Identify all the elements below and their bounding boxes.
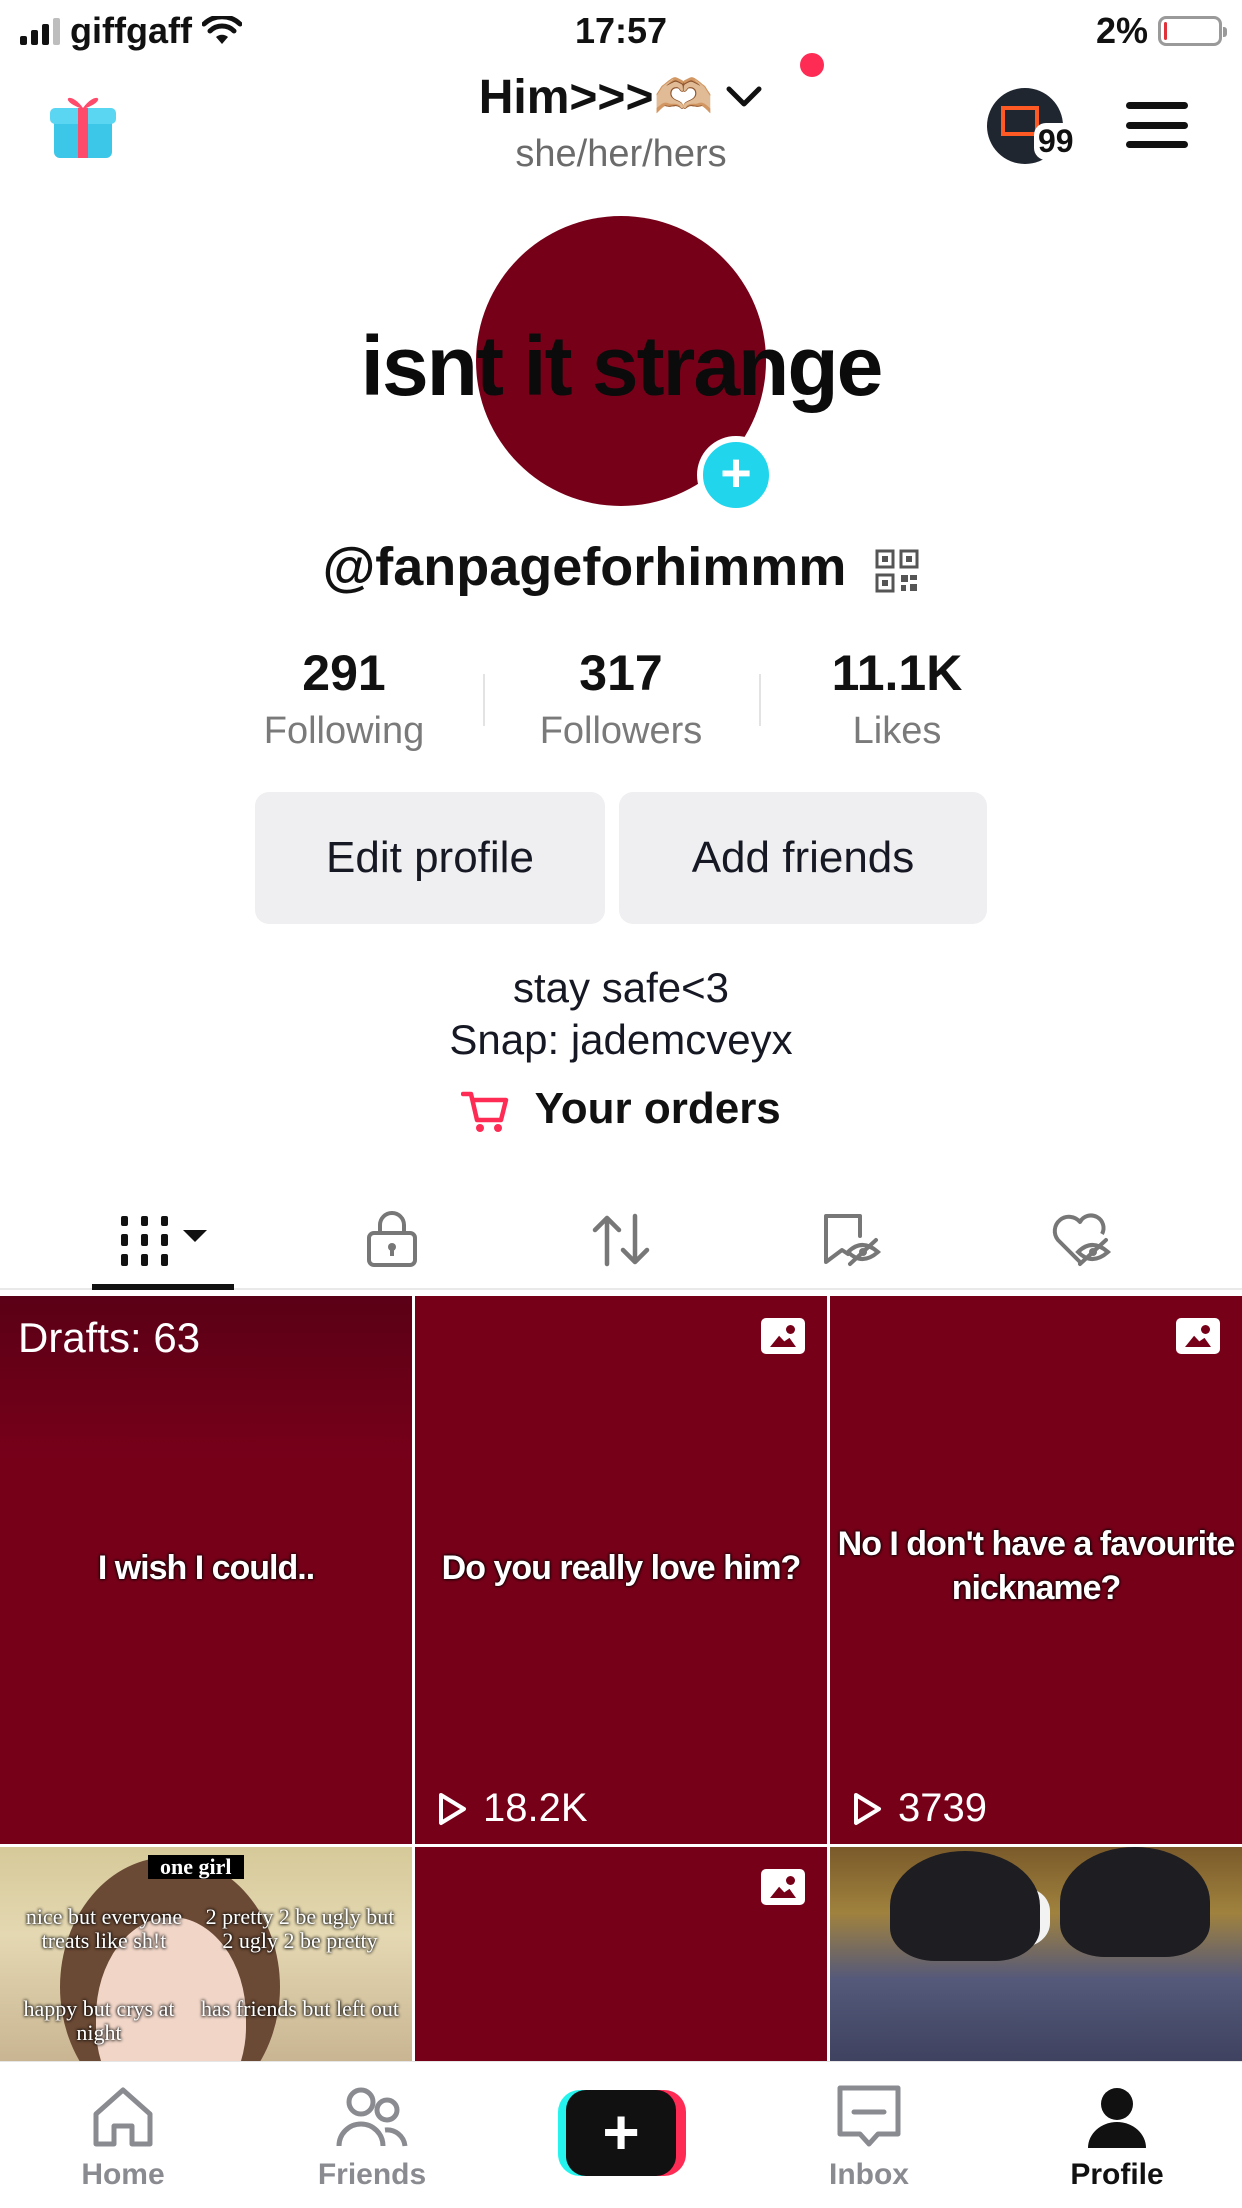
battery-percent: 2%: [1095, 10, 1148, 51]
clock: 17:57: [574, 10, 668, 51]
active-tab-indicator: [92, 1284, 234, 1290]
thumbnail-image: [1060, 1847, 1210, 1957]
inbox-icon: [837, 2085, 901, 2147]
grid-icon: [121, 1216, 207, 1266]
play-icon: [854, 1792, 881, 1825]
stat-following[interactable]: 291 Following: [206, 644, 482, 753]
tile-caption: Do you really love him?: [441, 1549, 802, 1587]
content-tabs: [0, 1190, 1242, 1290]
bio: stay safe<3 Snap: jademcveyx: [0, 962, 1242, 1066]
add-friends-button[interactable]: Add friends: [619, 792, 987, 924]
username-row: @fanpageforhimmm: [0, 536, 1242, 598]
nav-label: Profile: [1070, 2158, 1164, 2191]
bookmark-hidden-icon: [824, 1214, 882, 1266]
video-tile[interactable]: one girl nice but everyone treats like s…: [0, 1847, 412, 2061]
stat-value: 317: [579, 645, 663, 701]
meme-text: nice but everyone treats like sh!t: [25, 1904, 183, 1953]
your-orders-link[interactable]: Your orders: [0, 1084, 1242, 1134]
bottom-nav: Home Friends + Inbox Profile: [0, 2061, 1242, 2208]
play-icon: [439, 1792, 466, 1825]
view-count-value: 18.2K: [483, 1786, 588, 1830]
photo-icon: [761, 1869, 805, 1905]
username: @fanpageforhimmm: [322, 537, 847, 597]
videos-tab[interactable]: [50, 1200, 280, 1280]
nav-friends[interactable]: Friends: [272, 2080, 472, 2192]
meme-text: 2 pretty 2 be ugly but 2 ugly 2 be prett…: [205, 1904, 395, 1953]
meme-text: has friends but left out: [201, 1996, 399, 2021]
nav-profile[interactable]: Profile: [1017, 2080, 1217, 2192]
drafts-count: Drafts: 63: [18, 1314, 201, 1361]
cart-icon: [461, 1092, 509, 1133]
video-tile[interactable]: Do you really love him? 18.2K: [415, 1296, 827, 1844]
nav-label: Inbox: [829, 2158, 909, 2191]
photo-icon: [761, 1318, 805, 1354]
notification-dot: [800, 53, 824, 77]
orders-label: Your orders: [534, 1084, 781, 1133]
bio-line: Snap: jademcveyx: [449, 1016, 793, 1063]
view-count: 18.2K: [437, 1786, 588, 1831]
heart-hidden-icon: [1052, 1213, 1112, 1266]
liked-tab[interactable]: [966, 1200, 1196, 1280]
friends-icon: [336, 2087, 408, 2147]
private-tab[interactable]: [277, 1200, 507, 1280]
meme-text: one girl: [148, 1855, 244, 1879]
edit-profile-button[interactable]: Edit profile: [255, 792, 605, 924]
stat-likes[interactable]: 11.1K Likes: [759, 644, 1035, 753]
stat-label: Following: [263, 710, 425, 752]
display-name: Him>>>🫶🏼: [478, 71, 714, 124]
status-right: 2%: [1095, 10, 1227, 52]
video-tile[interactable]: [830, 1847, 1242, 2061]
plus-icon: +: [566, 2090, 676, 2176]
status-bar: giffgaff 17:57 2%: [0, 0, 1242, 62]
battery-icon: [1158, 16, 1227, 46]
nav-home[interactable]: Home: [23, 2080, 223, 2192]
chevron-down-icon: [726, 86, 762, 106]
meme-text: happy but crys at night: [23, 1996, 175, 2045]
tile-caption: No I don't have a favourite nickname?: [837, 1525, 1236, 1607]
stat-label: Likes: [852, 710, 942, 752]
video-tile[interactable]: No I don't have a favourite nickname? 37…: [830, 1296, 1242, 1844]
nav-inbox[interactable]: Inbox: [769, 2080, 969, 2192]
nav-label: Home: [81, 2158, 165, 2191]
view-count: 3739: [852, 1786, 987, 1831]
video-grid: Drafts: 63 I wish I could.. Do you reall…: [0, 1296, 1242, 2061]
account-switcher[interactable]: Him>>>🫶🏼: [479, 68, 764, 125]
stat-followers[interactable]: 317 Followers: [483, 644, 759, 753]
video-tile[interactable]: [415, 1847, 827, 2061]
favorites-tab[interactable]: [736, 1200, 966, 1280]
add-story-button[interactable]: +: [697, 436, 775, 514]
stat-label: Followers: [539, 710, 703, 752]
reposts-tab[interactable]: [506, 1200, 736, 1280]
nav-label: Friends: [317, 2158, 427, 2191]
avatar-overlay-text: isnt it strange: [360, 319, 884, 413]
menu-icon[interactable]: [1126, 102, 1188, 148]
view-count-value: 3739: [898, 1786, 987, 1830]
stat-value: 291: [302, 645, 386, 701]
drafts-tile[interactable]: Drafts: 63 I wish I could..: [0, 1296, 412, 1844]
create-button[interactable]: +: [558, 2090, 686, 2176]
qr-code-icon[interactable]: [875, 549, 919, 593]
repost-icon: [592, 1213, 650, 1267]
home-icon: [93, 2087, 153, 2147]
tile-caption: I wish I could..: [97, 1549, 315, 1587]
photo-icon: [1176, 1318, 1220, 1354]
stat-value: 11.1K: [831, 645, 963, 701]
thumbnail-image: [890, 1851, 1040, 1961]
profile-icon: [1088, 2088, 1146, 2148]
lock-icon: [367, 1211, 417, 1267]
count-badge: 99: [1034, 123, 1078, 160]
bio-line: stay safe<3: [513, 964, 729, 1011]
